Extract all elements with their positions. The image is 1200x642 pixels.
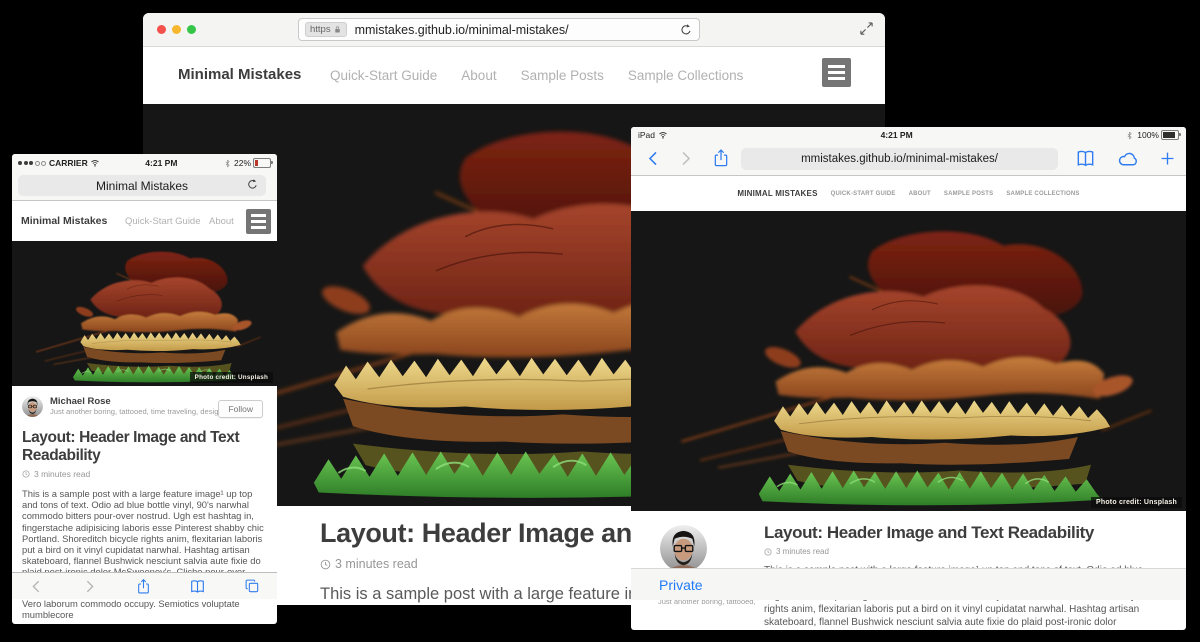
nav-link-quick-start[interactable]: QUICK-START GUIDE xyxy=(831,191,896,197)
battery-icon xyxy=(1161,130,1179,140)
nav-link-sample-posts[interactable]: SAMPLE POSTS xyxy=(944,191,993,197)
post-title-line2: Readability xyxy=(22,447,100,464)
status-time: 4:21 PM xyxy=(668,130,1125,140)
post-meta: 3 minutes read xyxy=(22,469,265,479)
nav-link-quick-start[interactable]: Quick-Start Guide xyxy=(125,216,201,227)
back-icon[interactable] xyxy=(645,150,662,167)
post-header-image: Photo credit: Unsplash xyxy=(12,241,277,386)
ipad-status-bar: iPad 4:21 PM 100% xyxy=(631,127,1186,143)
clock-icon xyxy=(320,559,331,570)
iphone-browser-toolbar: Minimal Mistakes xyxy=(12,172,277,201)
site-brand-link[interactable]: MINIMAL MISTAKES xyxy=(737,189,817,198)
site-masthead: MINIMAL MISTAKES QUICK-START GUIDE ABOUT… xyxy=(631,176,1186,211)
post-title: Layout: Header Image and Text Readabilit… xyxy=(22,429,265,465)
photo-credit-badge: Photo credit: Unsplash xyxy=(190,372,273,383)
clock-icon xyxy=(22,470,30,478)
fullscreen-expand-icon[interactable] xyxy=(859,21,874,36)
iphone-safari: CARRIER 4:21 PM 22% Minimal Mistakes Min… xyxy=(12,154,277,624)
desktop-browser-toolbar: https mmistakes.github.io/minimal-mistak… xyxy=(143,13,885,47)
site-masthead: Minimal Mistakes Quick-Start Guide About xyxy=(12,201,277,241)
nav-link-sample-collections[interactable]: Sample Collections xyxy=(628,68,744,83)
forward-icon[interactable] xyxy=(82,579,97,594)
menu-toggle-button[interactable] xyxy=(246,209,271,234)
carrier-label: CARRIER xyxy=(49,158,88,168)
page-title: Minimal Mistakes xyxy=(96,179,188,193)
post-title-line1: Layout: Header Image and Text xyxy=(22,429,239,446)
post-paragraph-2: Vero laborum commodo occupy. Semiotics v… xyxy=(22,598,265,620)
forward-icon[interactable] xyxy=(677,150,694,167)
signal-strength-icon xyxy=(18,161,46,166)
nav-link-sample-posts[interactable]: Sample Posts xyxy=(521,68,604,83)
minimize-window-button[interactable] xyxy=(172,25,181,34)
nav-link-sample-collections[interactable]: SAMPLE COLLECTIONS xyxy=(1006,191,1079,197)
battery-percent: 22% xyxy=(234,158,251,168)
https-badge: https xyxy=(305,22,347,37)
device-mockup-composite: https mmistakes.github.io/minimal-mistak… xyxy=(0,0,1200,642)
reload-icon[interactable] xyxy=(679,23,693,37)
zoom-window-button[interactable] xyxy=(187,25,196,34)
window-controls xyxy=(157,25,196,34)
private-button[interactable]: Private xyxy=(659,577,703,593)
follow-button[interactable]: Follow xyxy=(218,400,263,418)
share-icon[interactable] xyxy=(711,148,731,168)
post-header-image: Photo credit: Unsplash xyxy=(631,211,1186,511)
iphone-status-bar: CARRIER 4:21 PM 22% xyxy=(12,154,277,172)
close-window-button[interactable] xyxy=(157,25,166,34)
author-avatar xyxy=(660,525,707,572)
wifi-icon xyxy=(90,158,100,168)
post-content: Michael Rose Just another boring, tattoo… xyxy=(12,386,277,599)
private-browsing-bar: Private xyxy=(631,568,1186,600)
post-content: Michael Rose Just another boring, tattoo… xyxy=(631,511,1186,600)
photo-credit-badge: Photo credit: Unsplash xyxy=(1091,497,1182,508)
site-brand-link[interactable]: Minimal Mistakes xyxy=(21,215,107,227)
leaves-photo xyxy=(12,241,277,386)
site-nav: Quick-Start Guide About Sample Posts Sam… xyxy=(330,68,743,83)
menu-toggle-button[interactable] xyxy=(822,58,851,87)
nav-link-about[interactable]: About xyxy=(461,68,496,83)
author-row: Michael Rose Just another boring, tattoo… xyxy=(22,396,265,417)
post-title: Layout: Header Image and Text Readabilit… xyxy=(764,523,1169,543)
author-avatar xyxy=(22,396,43,417)
ipad-browser-toolbar: mmistakes.github.io/minimal-mistakes/ xyxy=(631,143,1186,176)
icloud-tabs-icon[interactable] xyxy=(1117,148,1140,171)
reload-icon[interactable] xyxy=(246,178,259,191)
site-brand-link[interactable]: Minimal Mistakes xyxy=(178,66,301,83)
address-bar[interactable]: mmistakes.github.io/minimal-mistakes/ xyxy=(741,148,1058,170)
iphone-bottom-toolbar xyxy=(12,572,277,599)
address-bar[interactable]: https mmistakes.github.io/minimal-mistak… xyxy=(298,18,700,41)
site-masthead: Minimal Mistakes Quick-Start Guide About… xyxy=(143,47,885,104)
nav-link-about[interactable]: ABOUT xyxy=(909,191,931,197)
tabs-icon[interactable] xyxy=(244,578,260,594)
leaves-photo xyxy=(631,211,1186,511)
post-meta: 3 minutes read xyxy=(764,547,1169,556)
battery-icon xyxy=(253,158,271,168)
new-tab-icon[interactable] xyxy=(1158,149,1177,168)
https-label: https xyxy=(310,24,331,35)
ipad-safari: iPad 4:21 PM 100% mmistakes.github.io/mi… xyxy=(631,127,1186,630)
nav-link-quick-start[interactable]: Quick-Start Guide xyxy=(330,68,437,83)
device-label: iPad xyxy=(638,130,655,140)
url-text: mmistakes.github.io/minimal-mistakes/ xyxy=(801,153,998,165)
read-time: 3 minutes read xyxy=(335,557,418,571)
wifi-icon xyxy=(658,130,668,140)
read-time: 3 minutes read xyxy=(776,547,829,556)
author-name: Michael Rose xyxy=(50,396,231,407)
bookmarks-icon[interactable] xyxy=(189,578,206,595)
clock-icon xyxy=(764,548,772,556)
bluetooth-icon xyxy=(223,159,232,168)
bluetooth-icon xyxy=(1125,131,1134,140)
lock-icon xyxy=(333,25,342,34)
back-icon[interactable] xyxy=(29,579,44,594)
address-bar[interactable]: Minimal Mistakes xyxy=(18,175,266,196)
read-time: 3 minutes read xyxy=(34,469,90,479)
status-time: 4:21 PM xyxy=(100,158,223,168)
battery-percent: 100% xyxy=(1137,130,1159,140)
nav-link-about[interactable]: About xyxy=(209,216,234,227)
url-text: mmistakes.github.io/minimal-mistakes/ xyxy=(355,23,679,37)
author-bio: Just another boring, tattooed, time trav… xyxy=(50,407,231,416)
bookmarks-icon[interactable] xyxy=(1075,148,1096,169)
share-icon[interactable] xyxy=(135,578,152,595)
